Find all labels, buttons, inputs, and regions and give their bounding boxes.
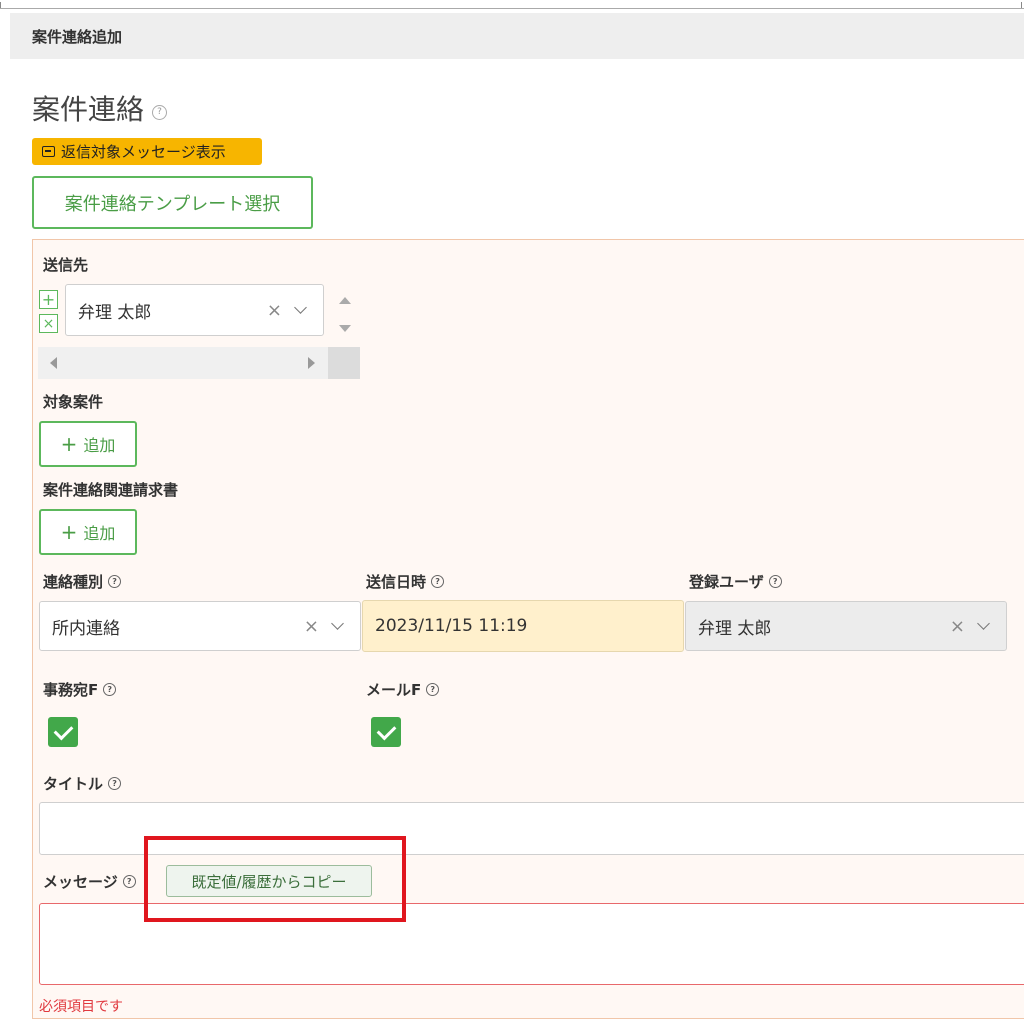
dialog-header: 案件連絡追加	[10, 13, 1024, 59]
add-related-invoice-button[interactable]: + 追加	[39, 509, 137, 555]
close-icon: ×	[42, 315, 55, 332]
chevron-down-icon[interactable]	[294, 301, 307, 314]
vertical-scrollbar[interactable]	[328, 283, 360, 347]
message-icon	[42, 146, 55, 157]
office-flag-checkbox[interactable]	[48, 717, 78, 747]
scroll-down-icon[interactable]	[339, 325, 351, 332]
show-reply-message-label: 返信対象メッセージ表示	[61, 143, 226, 161]
add-label: 追加	[83, 524, 116, 543]
mail-flag-label: メールF ?	[366, 679, 440, 700]
message-error-text: 必須項目です	[39, 999, 123, 1015]
checkmark-icon	[53, 720, 73, 740]
recipient-label: 送信先	[43, 256, 89, 274]
plus-icon: +	[41, 289, 56, 309]
plus-icon: +	[60, 520, 78, 544]
add-label: 追加	[83, 436, 116, 455]
add-recipient-button[interactable]: +	[39, 290, 58, 309]
plus-icon: +	[60, 432, 78, 456]
send-datetime-value: 2023/11/15 11:19	[375, 616, 528, 636]
send-datetime-input[interactable]: 2023/11/15 11:19	[362, 600, 684, 652]
send-datetime-label: 送信日時 ?	[366, 571, 445, 592]
help-icon[interactable]: ?	[122, 875, 136, 888]
clear-icon[interactable]: ×	[267, 300, 282, 321]
recipient-select[interactable]: 弁理 太郎 ×	[65, 284, 324, 336]
dialog-title: 案件連絡追加	[32, 27, 123, 46]
page-title: 案件連絡 ?	[32, 88, 168, 128]
related-invoice-label: 案件連絡関連請求書	[43, 481, 179, 499]
contact-type-value: 所内連絡	[52, 618, 120, 639]
clear-icon[interactable]: ×	[950, 616, 965, 637]
clear-icon[interactable]: ×	[304, 616, 319, 637]
registered-user-label: 登録ユーザ ?	[689, 571, 782, 592]
help-icon[interactable]: ?	[108, 575, 122, 588]
chevron-down-icon[interactable]	[977, 617, 990, 630]
target-case-label: 対象案件	[43, 393, 104, 411]
scroll-right-icon[interactable]	[308, 357, 315, 369]
show-reply-message-button[interactable]: 返信対象メッセージ表示	[32, 138, 262, 165]
help-icon[interactable]: ?	[152, 104, 168, 120]
checkmark-icon	[376, 720, 396, 740]
registered-user-select[interactable]: 弁理 太郎 ×	[685, 601, 1007, 651]
help-icon[interactable]: ?	[108, 777, 122, 790]
chevron-down-icon[interactable]	[331, 617, 344, 630]
horizontal-scrollbar[interactable]	[38, 347, 328, 379]
office-flag-label: 事務宛F ?	[43, 679, 117, 700]
help-icon[interactable]: ?	[103, 683, 117, 696]
help-icon[interactable]: ?	[431, 575, 445, 588]
scroll-left-icon[interactable]	[50, 357, 57, 369]
contact-type-label: 連絡種別 ?	[43, 571, 122, 592]
registered-user-value: 弁理 太郎	[698, 618, 772, 639]
help-icon[interactable]: ?	[426, 683, 440, 696]
select-template-button[interactable]: 案件連絡テンプレート選択	[32, 176, 313, 229]
title-label: タイトル ?	[43, 773, 122, 794]
recipient-value: 弁理 太郎	[78, 302, 152, 323]
add-target-case-button[interactable]: + 追加	[39, 421, 137, 467]
page-title-text: 案件連絡	[32, 93, 145, 126]
contact-type-select[interactable]: 所内連絡 ×	[39, 601, 361, 651]
scroll-up-icon[interactable]	[339, 297, 351, 304]
remove-recipient-button[interactable]: ×	[39, 314, 58, 333]
window-top-edge	[0, 0, 1024, 9]
highlight-box	[144, 836, 406, 922]
mail-flag-checkbox[interactable]	[371, 717, 401, 747]
help-icon[interactable]: ?	[768, 575, 782, 588]
scrollbar-corner	[328, 347, 360, 379]
message-label: メッセージ ?	[43, 871, 136, 892]
